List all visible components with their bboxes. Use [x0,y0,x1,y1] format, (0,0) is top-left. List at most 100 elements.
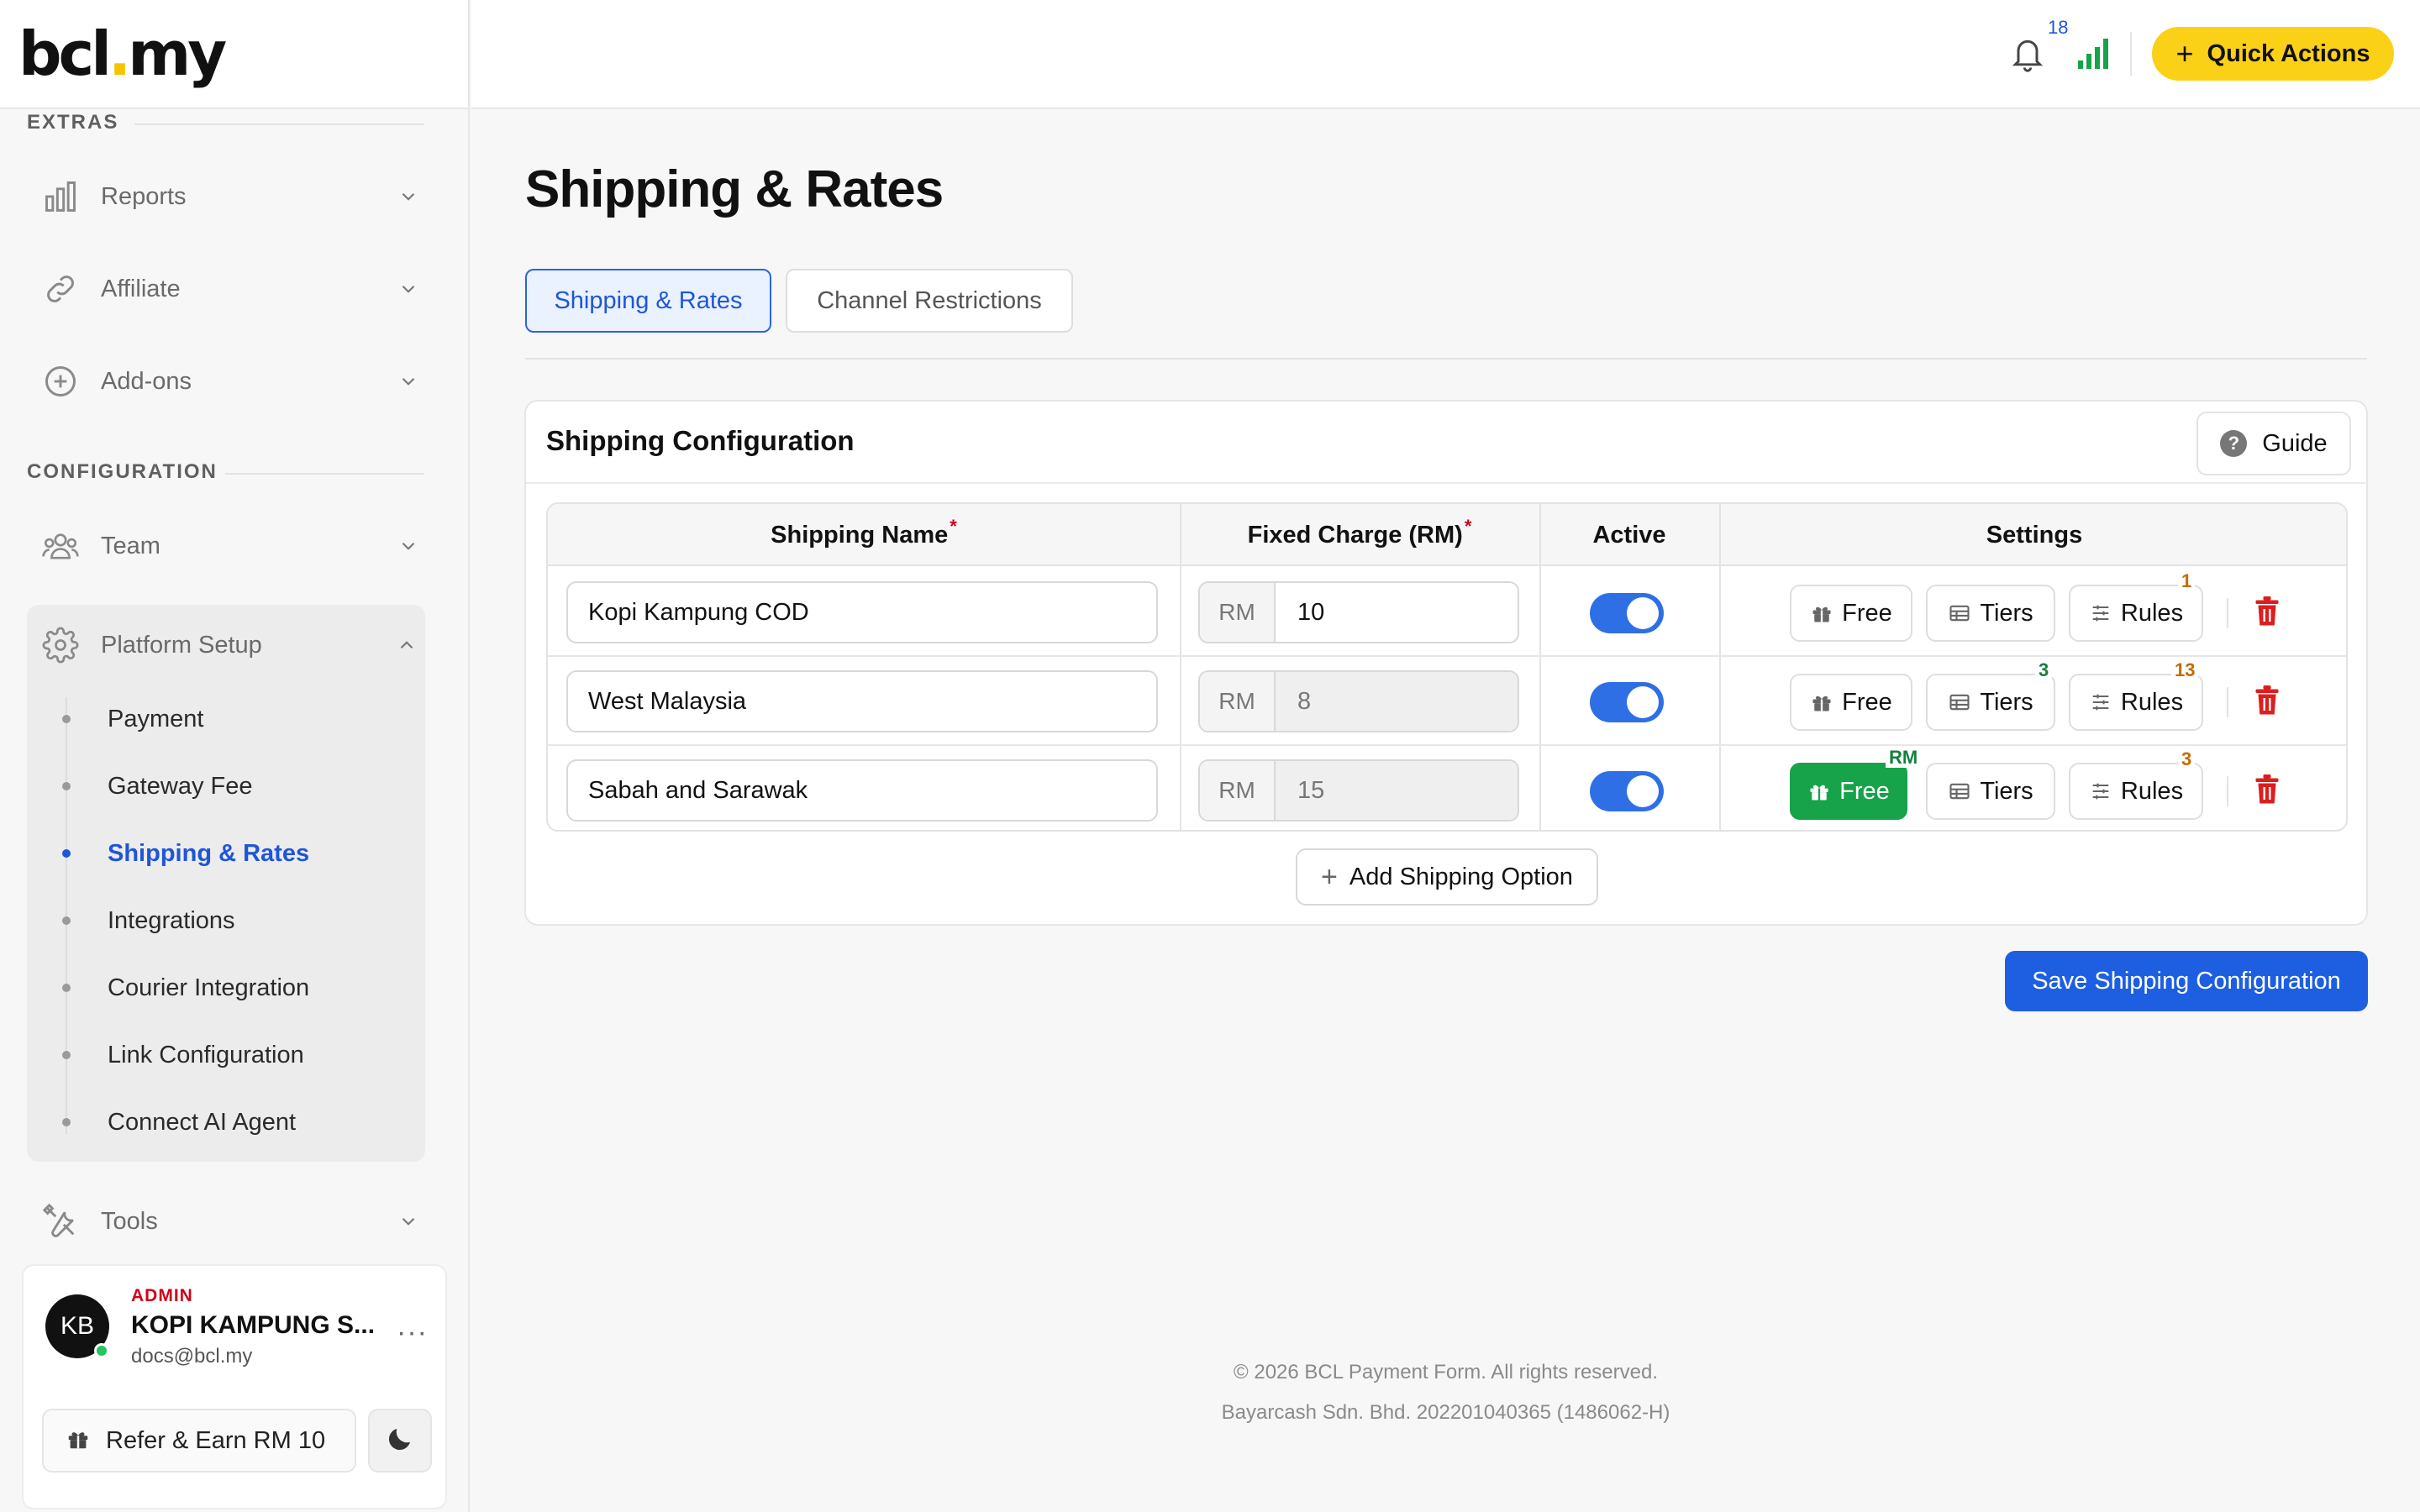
column-header-active: Active [1592,521,1666,549]
add-shipping-option-button[interactable]: + Add Shipping Option [1296,848,1598,906]
table-header: Shipping Name * Fixed Charge (RM) * Active… [548,504,2346,566]
sidebar-item-link-configuration[interactable]: Link Configuration [27,1030,425,1080]
currency-prefix: RM [1200,761,1276,820]
shipping-name-input[interactable]: West Malaysia [566,670,1158,732]
sliders-icon [2089,690,2112,714]
tiers-button[interactable]: Tiers [1926,674,2055,731]
sidebar-item-connect-ai-agent[interactable]: Connect AI Agent [27,1097,425,1147]
footer-company: Bayarcash Sdn. Bhd. 202201040365 (148606… [1221,1401,1670,1424]
sidebar-item-shipping-rates[interactable]: Shipping & Rates [27,828,425,879]
trash-icon[interactable] [2252,595,2282,633]
plus-icon: + [1321,860,1338,893]
rules-count-badge: 3 [2178,749,2196,769]
table-row: Kopi Kampung COD RM 10 Free Tiers Rules [548,568,2346,657]
tiers-label: Tiers [1980,777,2033,805]
fixed-charge-input[interactable]: RM 15 [1198,759,1519,822]
header-divider [2130,32,2132,76]
tab-shipping-rates[interactable]: Shipping & Rates [525,269,771,333]
active-toggle[interactable] [1590,771,1664,811]
fixed-charge-value: 10 [1276,583,1518,642]
gift-icon [1807,780,1831,803]
trash-icon[interactable] [2252,773,2282,811]
gift-icon [1810,690,1833,714]
free-shipping-button[interactable]: Free [1790,674,1912,731]
bullet-icon [62,984,71,992]
sidebar-item-label: Payment [108,705,204,732]
bar-chart-icon [27,178,94,215]
sidebar-item-label: Tools [101,1207,158,1235]
rules-button[interactable]: Rules [2069,585,2203,642]
brand-logo[interactable]: bcl.my [18,12,227,96]
free-shipping-button[interactable]: Free [1790,763,1907,820]
user-role: ADMIN [131,1286,193,1305]
column-header-fixed-charge: Fixed Charge (RM) * [1247,516,1472,549]
sidebar-item-label: Add-ons [101,367,192,395]
bullet-icon [62,849,71,858]
chevron-down-icon [390,186,427,207]
top-bar: 18 + Quick Actions [471,0,2420,109]
bullet-icon [62,1051,71,1059]
link-icon [27,270,94,307]
tiers-button[interactable]: Tiers [1926,763,2055,820]
chevron-down-icon [390,535,427,557]
rules-label: Rules [2120,599,2184,627]
online-status-icon [94,1343,109,1358]
toggle-knob [1627,775,1659,807]
section-label-configuration: CONFIGURATION [27,460,218,483]
sidebar-item-label: Link Configuration [108,1041,304,1068]
notification-count-badge: 18 [2048,17,2069,39]
bullet-icon [62,916,71,925]
tab-channel-restrictions[interactable]: Channel Restrictions [786,269,1073,333]
rules-button[interactable]: Rules [2069,674,2203,731]
fixed-charge-input[interactable]: RM 8 [1198,670,1519,732]
rules-button[interactable]: Rules [2069,763,2203,820]
tiers-button[interactable]: Tiers [1926,585,2055,642]
brand-header: bcl.my [0,0,468,109]
shipping-name-input[interactable]: Kopi Kampung COD [566,581,1158,643]
currency-prefix: RM [1200,583,1276,642]
active-toggle[interactable] [1590,593,1664,633]
sidebar-item-label: Courier Integration [108,974,310,1001]
rules-label: Rules [2120,777,2184,805]
signal-strength-icon [2076,37,2110,73]
sidebar-item-payment[interactable]: Payment [27,694,425,744]
active-toggle[interactable] [1590,682,1664,722]
tools-icon [27,1202,94,1241]
sidebar-item-affiliate[interactable]: Affiliate [27,255,427,323]
save-shipping-configuration-button[interactable]: Save Shipping Configuration [2005,951,2368,1011]
more-options-icon[interactable]: ··· [397,1316,428,1349]
dark-mode-toggle[interactable] [368,1409,432,1473]
shipping-name-input[interactable]: Sabah and Sarawak [566,759,1158,822]
sidebar-item-tools[interactable]: Tools [27,1188,427,1255]
page-title: Shipping & Rates [525,160,944,218]
user-email: docs@bcl.my [131,1345,253,1368]
bell-icon[interactable] [2009,34,2046,78]
guide-button[interactable]: ? Guide [2196,412,2351,475]
free-label: Free [1842,599,1892,627]
sidebar-item-integrations[interactable]: Integrations [27,895,425,946]
fixed-charge-value: 8 [1276,672,1518,731]
bullet-icon [62,782,71,790]
bullet-icon [62,1118,71,1126]
chevron-down-icon [390,370,427,392]
sidebar-item-platform-setup[interactable]: Platform Setup [27,612,425,679]
refer-earn-button[interactable]: Refer & Earn RM 10 [42,1409,356,1473]
toggle-knob [1627,597,1659,629]
quick-actions-button[interactable]: + Quick Actions [2152,27,2394,81]
free-shipping-button[interactable]: Free [1790,585,1912,642]
platform-setup-group: Platform Setup Payment Gateway Fee Shipp… [27,605,425,1162]
free-label: Free [1842,688,1892,716]
sidebar-item-courier-integration[interactable]: Courier Integration [27,963,425,1013]
sidebar-item-addons[interactable]: Add-ons [27,348,427,415]
sidebar-item-label: Affiliate [101,275,181,302]
sidebar-item-team[interactable]: Team [27,512,427,580]
tiers-count-badge: 3 [2035,660,2053,680]
sidebar-item-gateway-fee[interactable]: Gateway Fee [27,761,425,811]
sliders-icon [2089,780,2112,803]
trash-icon[interactable] [2252,684,2282,722]
actions-divider [2227,687,2228,717]
sidebar-item-reports[interactable]: Reports [27,163,427,230]
fixed-charge-input[interactable]: RM 10 [1198,581,1519,643]
table-icon [1948,780,1971,803]
table-row: Sabah and Sarawak RM 15 Free RM Tiers Ru… [548,746,2346,830]
